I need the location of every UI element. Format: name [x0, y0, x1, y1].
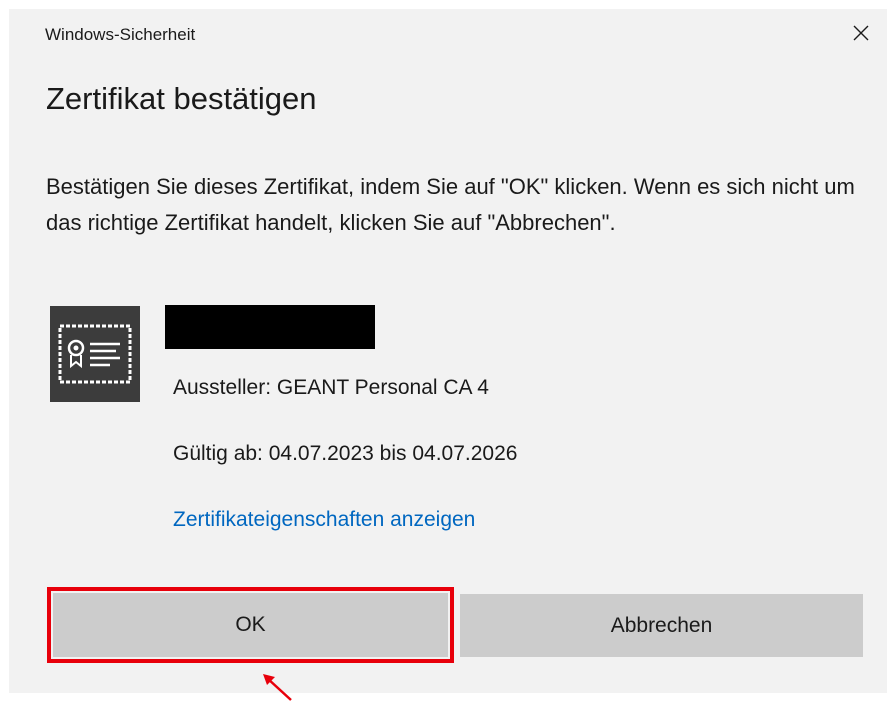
ok-button[interactable]: OK — [53, 593, 448, 657]
dialog-heading: Zertifikat bestätigen — [46, 81, 317, 116]
certificate-validity: Gültig ab: 04.07.2023 bis 04.07.2026 — [173, 442, 518, 465]
close-button[interactable] — [843, 15, 879, 51]
close-icon — [853, 25, 869, 41]
security-dialog: Windows-Sicherheit Zertifikat bestätigen… — [9, 9, 887, 693]
dialog-message: Bestätigen Sie dieses Zertifikat, indem … — [46, 174, 855, 235]
redacted-certificate-name — [165, 305, 375, 349]
cancel-button[interactable]: Abbrechen — [460, 594, 863, 657]
window-title: Windows-Sicherheit — [45, 25, 196, 44]
certificate-issuer: Aussteller: GEANT Personal CA 4 — [173, 376, 489, 399]
arrow-icon — [263, 674, 292, 701]
certificate-icon — [50, 306, 140, 402]
certificate-properties-link[interactable]: Zertifikateigenschaften anzeigen — [173, 508, 475, 532]
